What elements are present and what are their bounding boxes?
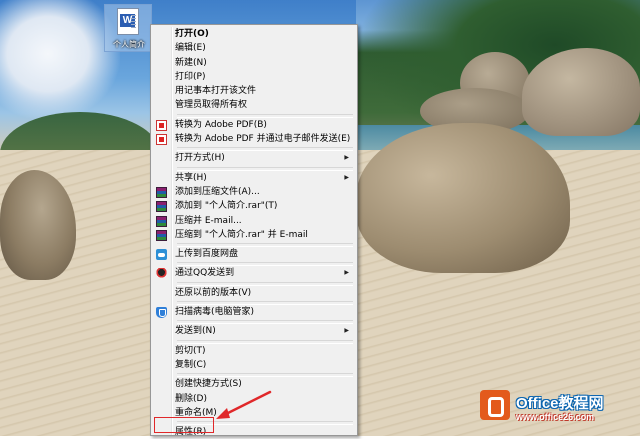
menu-item-convert-pdf-email[interactable]: 转换为 Adobe PDF 并通过电子邮件发送(E) xyxy=(153,132,355,146)
menu-item-add-to-rar[interactable]: 添加到 "个人简介.rar"(T) xyxy=(153,199,355,213)
menu-item-send-to[interactable]: 发送到(N) ▶ xyxy=(153,324,355,338)
menu-item-edit[interactable]: 编辑(E) xyxy=(153,41,355,55)
submenu-arrow-icon: ▶ xyxy=(344,173,349,181)
submenu-arrow-icon: ▶ xyxy=(344,154,349,162)
submenu-arrow-icon: ▶ xyxy=(344,269,349,277)
pdf-email-icon xyxy=(156,134,167,146)
winrar-icon xyxy=(156,186,167,198)
menu-item-open-with[interactable]: 打开方式(H) ▶ xyxy=(153,151,355,165)
cloud xyxy=(0,0,120,120)
shield-icon xyxy=(156,307,167,319)
menu-item-scan-virus[interactable]: 扫描病毒(电脑管家) xyxy=(153,305,355,319)
red-arrow-icon xyxy=(216,390,272,419)
baidu-cloud-icon xyxy=(156,249,167,261)
watermark-title: Office教程网 xyxy=(516,395,604,412)
menu-item-restore-previous[interactable]: 还原以前的版本(V) xyxy=(153,286,355,300)
desktop-file-label: 个人简介 xyxy=(113,40,145,49)
desktop-file-icon[interactable]: W 个人简介 xyxy=(104,4,152,52)
menu-item-print[interactable]: 打印(P) xyxy=(153,70,355,84)
menu-item-add-to-archive[interactable]: 添加到压缩文件(A)... xyxy=(153,185,355,199)
rock xyxy=(356,123,570,273)
menu-item-cut[interactable]: 剪切(T) xyxy=(153,344,355,358)
qq-icon xyxy=(156,268,167,280)
winrar-icon xyxy=(156,215,167,227)
submenu-arrow-icon: ▶ xyxy=(344,327,349,335)
menu-item-open-with-notepad[interactable]: 用记事本打开该文件 xyxy=(153,84,355,98)
watermark: Office教程网 www.office26.com xyxy=(474,386,640,436)
menu-item-convert-pdf[interactable]: 转换为 Adobe PDF(B) xyxy=(153,118,355,132)
menu-item-upload-baidu[interactable]: 上传到百度网盘 xyxy=(153,247,355,261)
winrar-icon xyxy=(156,229,167,241)
menu-item-share[interactable]: 共享(H) ▶ xyxy=(153,171,355,185)
office-logo-icon xyxy=(480,390,510,420)
winrar-icon xyxy=(156,201,167,213)
menu-item-open[interactable]: 打开(O) xyxy=(153,27,355,41)
watermark-url: www.office26.com xyxy=(516,412,595,422)
menu-item-send-via-qq[interactable]: 通过QQ发送到 ▶ xyxy=(153,266,355,280)
menu-item-copy[interactable]: 复制(C) xyxy=(153,358,355,372)
menu-item-compress-email[interactable]: 压缩并 E-mail... xyxy=(153,214,355,228)
menu-item-take-ownership[interactable]: 管理员取得所有权 xyxy=(153,98,355,112)
menu-item-compress-rar-email[interactable]: 压缩到 "个人简介.rar" 并 E-mail xyxy=(153,228,355,242)
context-menu: 打开(O) 编辑(E) 新建(N) 打印(P) 用记事本打开该文件 管理员取得所… xyxy=(150,24,358,437)
pdf-icon xyxy=(156,119,167,131)
word-document-icon: W xyxy=(117,8,139,35)
menu-item-new[interactable]: 新建(N) xyxy=(153,56,355,70)
properties-highlight-box xyxy=(154,417,214,433)
